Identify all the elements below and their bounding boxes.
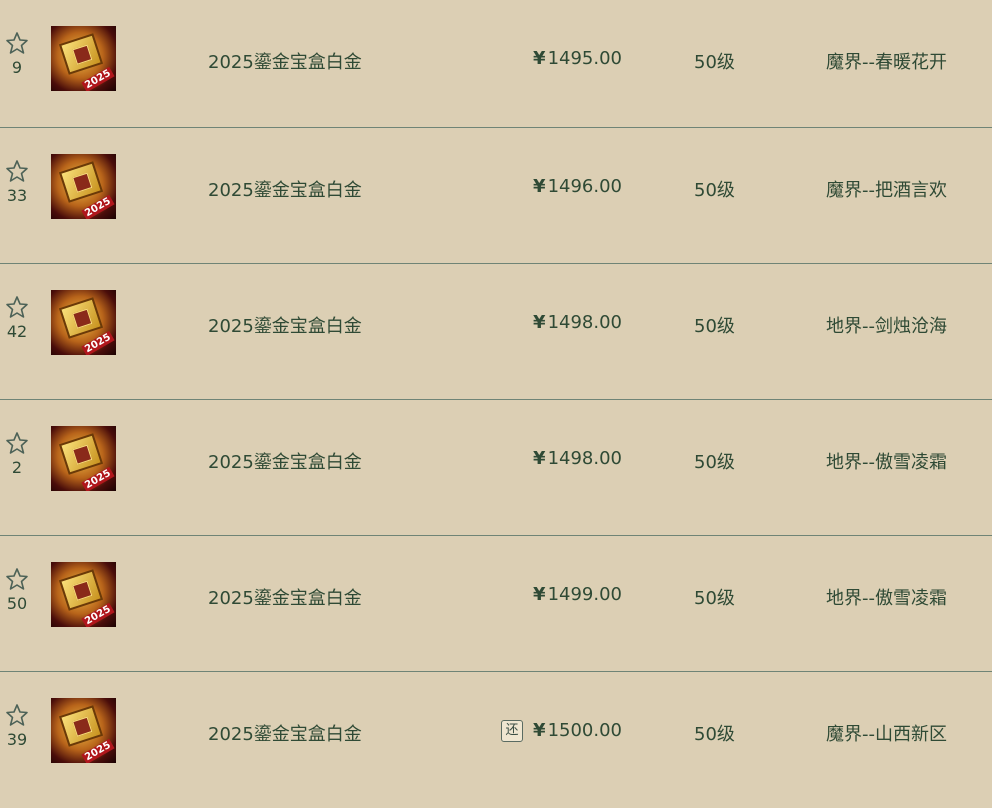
item-thumbnail[interactable]: 2025 bbox=[51, 290, 116, 355]
price-value: 1498.00 bbox=[547, 448, 622, 469]
star-outline-icon bbox=[6, 568, 28, 590]
item-price: ¥1495.00 bbox=[533, 48, 622, 69]
item-price: ¥1498.00 bbox=[533, 312, 622, 333]
currency-symbol: ¥ bbox=[533, 584, 546, 605]
item-name[interactable]: 2025鎏金宝盒白金 bbox=[208, 448, 362, 474]
currency-symbol: ¥ bbox=[533, 448, 546, 469]
item-level: 50级 bbox=[694, 724, 735, 745]
item-name[interactable]: 2025鎏金宝盒白金 bbox=[208, 312, 362, 338]
treasure-box-icon bbox=[58, 433, 104, 475]
listing-row: 39 2025 2025鎏金宝盒白金 还 ¥1500.00 50级 魔界--山西新… bbox=[0, 672, 992, 808]
thumbnail-year-label: 2025 bbox=[81, 466, 115, 491]
item-server: 地界--剑烛沧海 bbox=[826, 316, 947, 337]
item-level: 50级 bbox=[694, 316, 735, 337]
item-level: 50级 bbox=[694, 180, 735, 201]
item-name[interactable]: 2025鎏金宝盒白金 bbox=[208, 584, 362, 610]
listing-row: 50 2025 2025鎏金宝盒白金 ¥1499.00 50级 地界--傲雪凌霜 bbox=[0, 536, 992, 672]
item-server: 魔界--把酒言欢 bbox=[826, 180, 947, 201]
item-price: ¥1496.00 bbox=[533, 176, 622, 197]
treasure-box-icon bbox=[58, 297, 104, 339]
star-outline-icon bbox=[6, 432, 28, 454]
item-thumbnail[interactable]: 2025 bbox=[51, 562, 116, 627]
currency-symbol: ¥ bbox=[533, 48, 546, 69]
star-outline-icon bbox=[6, 160, 28, 182]
listing-table: 9 2025 2025鎏金宝盒白金 ¥1495.00 50级 魔界--春暖花开 … bbox=[0, 0, 992, 808]
treasure-box-icon bbox=[58, 33, 104, 75]
item-thumbnail[interactable]: 2025 bbox=[51, 26, 116, 91]
item-price: ¥1498.00 bbox=[533, 448, 622, 469]
favorite-button[interactable]: 50 bbox=[0, 566, 34, 614]
treasure-box-icon bbox=[58, 161, 104, 203]
thumbnail-year-label: 2025 bbox=[81, 66, 115, 91]
favorite-button[interactable]: 42 bbox=[0, 294, 34, 342]
item-server: 魔界--春暖花开 bbox=[826, 52, 947, 73]
treasure-box-icon bbox=[58, 569, 104, 611]
favorite-count: 9 bbox=[11, 58, 23, 77]
item-thumbnail[interactable]: 2025 bbox=[51, 154, 116, 219]
treasure-box-icon bbox=[58, 705, 104, 747]
favorite-count: 2 bbox=[11, 458, 23, 477]
item-name[interactable]: 2025鎏金宝盒白金 bbox=[208, 176, 362, 202]
listing-row: 9 2025 2025鎏金宝盒白金 ¥1495.00 50级 魔界--春暖花开 bbox=[0, 0, 992, 128]
star-outline-icon bbox=[6, 704, 28, 726]
currency-symbol: ¥ bbox=[533, 312, 546, 333]
price-value: 1498.00 bbox=[547, 312, 622, 333]
currency-symbol: ¥ bbox=[533, 720, 546, 741]
favorite-button[interactable]: 33 bbox=[0, 158, 34, 206]
favorite-count: 33 bbox=[6, 186, 28, 205]
item-level: 50级 bbox=[694, 588, 735, 609]
favorite-count: 39 bbox=[6, 730, 28, 749]
item-thumbnail[interactable]: 2025 bbox=[51, 698, 116, 763]
listing-row: 2 2025 2025鎏金宝盒白金 ¥1498.00 50级 地界--傲雪凌霜 bbox=[0, 400, 992, 536]
price-value: 1496.00 bbox=[547, 176, 622, 197]
listing-row: 42 2025 2025鎏金宝盒白金 ¥1498.00 50级 地界--剑烛沧海 bbox=[0, 264, 992, 400]
item-name[interactable]: 2025鎏金宝盒白金 bbox=[208, 48, 362, 74]
price-value: 1499.00 bbox=[547, 584, 622, 605]
item-server: 地界--傲雪凌霜 bbox=[826, 452, 947, 473]
listing-row: 33 2025 2025鎏金宝盒白金 ¥1496.00 50级 魔界--把酒言欢 bbox=[0, 128, 992, 264]
item-price: ¥1499.00 bbox=[533, 584, 622, 605]
return-badge: 还 bbox=[501, 720, 524, 742]
thumbnail-year-label: 2025 bbox=[81, 194, 115, 219]
favorite-button[interactable]: 39 bbox=[0, 702, 34, 750]
favorite-count: 50 bbox=[6, 594, 28, 613]
thumbnail-year-label: 2025 bbox=[81, 738, 115, 763]
item-name[interactable]: 2025鎏金宝盒白金 bbox=[208, 720, 362, 746]
thumbnail-year-label: 2025 bbox=[81, 330, 115, 355]
favorite-button[interactable]: 9 bbox=[0, 30, 34, 78]
item-thumbnail[interactable]: 2025 bbox=[51, 426, 116, 491]
price-value: 1500.00 bbox=[547, 720, 622, 741]
star-outline-icon bbox=[6, 32, 28, 54]
currency-symbol: ¥ bbox=[533, 176, 546, 197]
item-server: 魔界--山西新区 bbox=[826, 724, 947, 745]
favorite-button[interactable]: 2 bbox=[0, 430, 34, 478]
star-outline-icon bbox=[6, 296, 28, 318]
item-server: 地界--傲雪凌霜 bbox=[826, 588, 947, 609]
thumbnail-year-label: 2025 bbox=[81, 602, 115, 627]
item-price: 还 ¥1500.00 bbox=[501, 720, 622, 742]
price-value: 1495.00 bbox=[547, 48, 622, 69]
favorite-count: 42 bbox=[6, 322, 28, 341]
item-level: 50级 bbox=[694, 452, 735, 473]
item-level: 50级 bbox=[694, 52, 735, 73]
